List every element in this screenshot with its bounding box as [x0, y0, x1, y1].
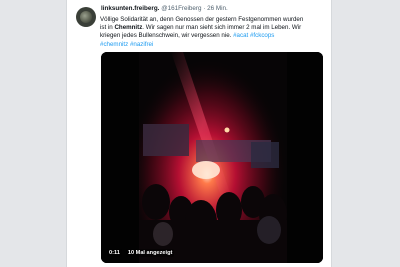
video-overlay: 0:11 10 Mal angezeigt: [107, 248, 175, 257]
street-lamp: [224, 127, 230, 133]
hashtag-acat[interactable]: #acat: [233, 32, 248, 39]
video-frame: [101, 52, 323, 263]
right-pillar: [287, 52, 323, 263]
left-pillar: [101, 52, 139, 263]
hashtag-nazifrei[interactable]: #nazifrei: [130, 41, 153, 48]
tweet-text-line-1: Völlige Solidarität an, denn Genossen de…: [100, 16, 304, 23]
tweet-timestamp[interactable]: 26 Min.: [207, 5, 228, 12]
chemnitz-strong: Chemnitz: [114, 24, 143, 32]
avatar-photo-icon: [80, 11, 92, 23]
hashtag-fckcops[interactable]: #fckcops: [250, 32, 274, 39]
figure-right: [257, 216, 281, 244]
hashtag-chemnitz[interactable]: #chemnitz: [100, 41, 128, 48]
text-line3: kriegen jedes Bullenschwein, wir vergess…: [100, 32, 234, 40]
building-far-right: [251, 142, 279, 168]
tweet-text-line-4: #chemnitz #nazifrei: [100, 41, 322, 49]
video-timecode: 0:11: [107, 248, 122, 257]
avatar[interactable]: [76, 7, 96, 27]
header-separator: ·: [203, 5, 206, 12]
tweet-text: Völlige Solidarität an, denn Genossen de…: [100, 16, 322, 49]
tweet-text-line-2: ist in Chemnitz. Wir sagen nur man sieht…: [100, 24, 322, 32]
text-rest: . Wir sagen nur man sieht sich immer 2 m…: [142, 24, 302, 32]
video-views: 10 Mal angezeigt: [125, 248, 175, 257]
text-prefix: ist in: [100, 24, 115, 32]
building-left: [143, 124, 189, 156]
video-player[interactable]: 0:11 10 Mal angezeigt: [101, 52, 323, 263]
figure-left: [153, 222, 173, 246]
tweet-header: linksunten.freiberg. @161Freiberg · 26 M…: [101, 5, 228, 13]
tweet-card: linksunten.freiberg. @161Freiberg · 26 M…: [66, 0, 332, 267]
author-handle[interactable]: @161Freiberg: [161, 5, 201, 12]
tweet-text-line-3: kriegen jedes Bullenschwein, wir vergess…: [100, 32, 322, 40]
author-name[interactable]: linksunten.freiberg.: [101, 5, 159, 12]
flare: [192, 161, 220, 179]
